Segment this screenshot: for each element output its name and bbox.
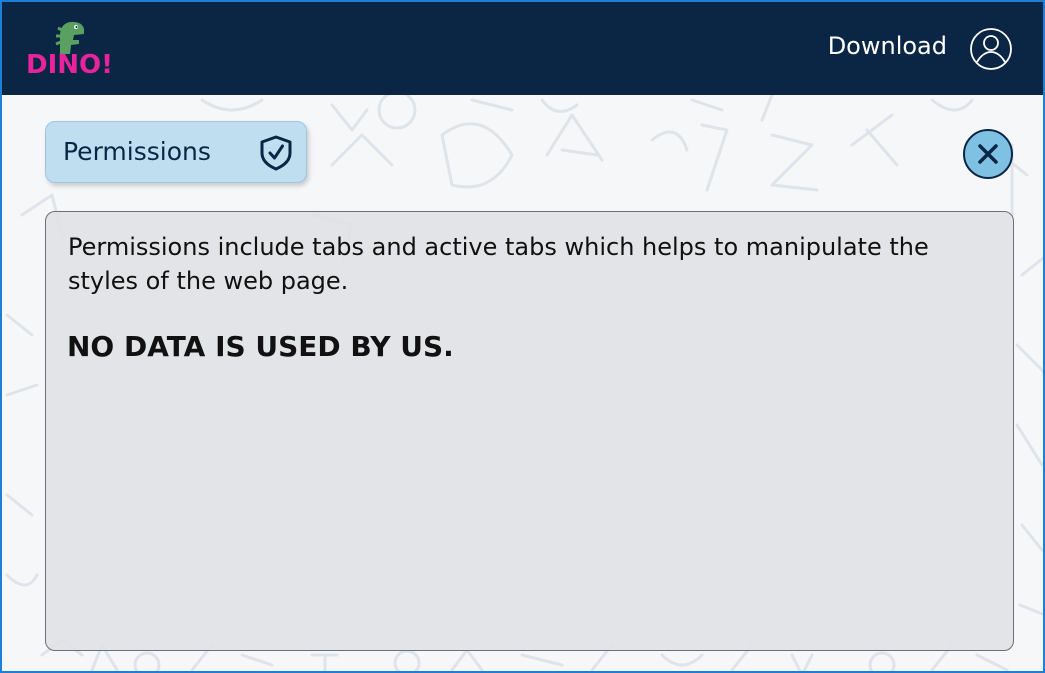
top-navigation-bar: DINO! Download	[2, 2, 1043, 95]
no-data-notice: NO DATA IS USED BY US.	[67, 330, 454, 363]
permissions-description: Permissions include tabs and active tabs…	[68, 233, 929, 295]
close-button[interactable]	[963, 129, 1013, 179]
tab-permissions[interactable]: Permissions	[45, 121, 307, 183]
permissions-content-panel: Permissions include tabs and active tabs…	[45, 211, 1014, 651]
logo-text: DINO!	[26, 50, 113, 80]
app-window: DINO! Download Permissions Permissions i…	[0, 0, 1045, 673]
dino-icon	[55, 21, 84, 54]
dino-logo[interactable]: DINO!	[26, 18, 116, 82]
shield-check-icon	[260, 135, 292, 171]
close-icon	[978, 144, 998, 164]
download-link[interactable]: Download	[828, 32, 947, 60]
tab-permissions-label: Permissions	[63, 137, 211, 166]
user-circle-icon[interactable]	[969, 27, 1013, 71]
